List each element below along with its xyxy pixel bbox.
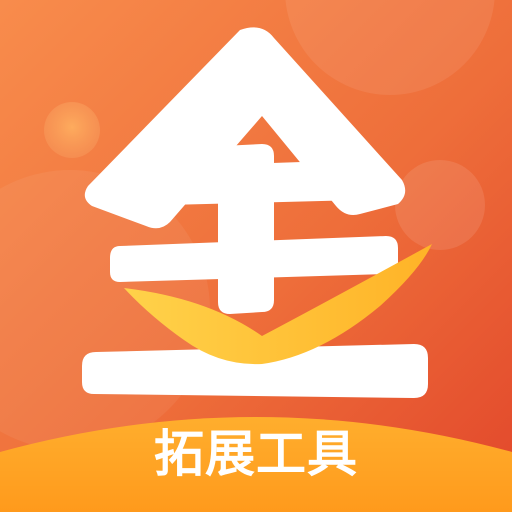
glyph-vertical-stroke [218, 144, 274, 314]
app-icon[interactable]: 拓展工具 [0, 0, 512, 512]
decor-bubble-left [44, 102, 100, 158]
icon-caption: 拓展工具 [154, 425, 358, 483]
decor-circle-right [395, 160, 485, 250]
